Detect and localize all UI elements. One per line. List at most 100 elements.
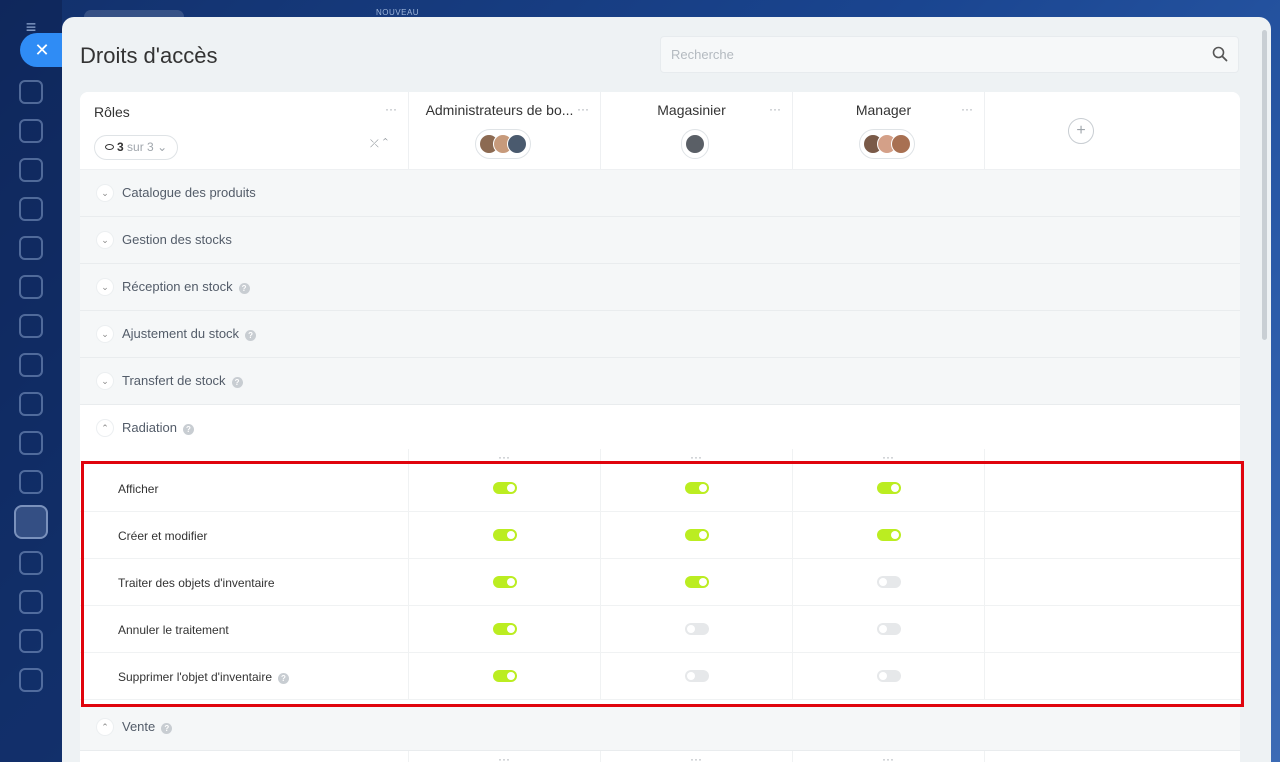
chevron-down-icon[interactable]: ⌄ [96, 231, 114, 249]
search-box [660, 36, 1239, 73]
visible-roles-count: 3 [117, 140, 124, 154]
permission-toggle[interactable] [493, 670, 517, 682]
role-more-icon[interactable]: ··· [769, 103, 781, 115]
calendar-icon[interactable] [19, 197, 43, 221]
permission-cell [793, 559, 985, 606]
drive-icon[interactable] [19, 275, 43, 299]
column-more-icon[interactable]: ··· [690, 753, 702, 762]
chevron-down-icon[interactable]: ⌄ [96, 325, 114, 343]
eye-icon [105, 144, 114, 150]
sidebar-app-icon-1[interactable] [19, 80, 43, 104]
sites-icon[interactable] [19, 431, 43, 455]
chevron-up-icon[interactable]: ⌃ [96, 419, 114, 437]
section-sales[interactable]: ⌃ Vente? [80, 704, 1240, 751]
section-label: Catalogue des produits [122, 185, 256, 200]
permission-toggle[interactable] [493, 623, 517, 635]
collapse-expand-all-icon[interactable]: ⤫⌃ [370, 138, 392, 151]
avatar [685, 134, 705, 154]
section-write-off[interactable]: ⌃ Radiation? [80, 405, 1240, 452]
section-label-text: Réception en stock [122, 279, 233, 294]
search-icon[interactable] [1212, 46, 1228, 62]
permission-toggle[interactable] [685, 576, 709, 588]
access-rights-panel: Droits d'accès Rôles ··· 3 sur 3 ⌄ ⤫⌃ Ad… [62, 17, 1271, 762]
role-column-header[interactable]: Administrateurs de bo... ··· [409, 92, 601, 170]
crm-icon[interactable] [19, 392, 43, 416]
section-stock-transfer[interactable]: ⌄ Transfert de stock? [80, 358, 1240, 405]
contacts-icon[interactable] [19, 353, 43, 377]
catalog-icon[interactable] [19, 551, 43, 575]
permission-toggle[interactable] [877, 670, 901, 682]
role-column-header[interactable]: Magasinier ··· [601, 92, 793, 170]
role-more-icon[interactable]: ··· [961, 103, 973, 115]
section-label: Transfert de stock? [122, 373, 243, 388]
vertical-scrollbar[interactable] [1262, 30, 1267, 340]
role-members-avatars[interactable] [681, 129, 709, 159]
permission-toggle[interactable] [877, 576, 901, 588]
app-sidebar: ≡ [0, 0, 62, 762]
section-label: Gestion des stocks [122, 232, 232, 247]
permission-toggle[interactable] [685, 529, 709, 541]
permission-toggle[interactable] [877, 482, 901, 494]
close-slider-button[interactable]: ✕ [20, 33, 62, 67]
role-more-icon[interactable]: ··· [577, 103, 589, 115]
permission-toggle[interactable] [493, 576, 517, 588]
permission-toggle[interactable] [493, 529, 517, 541]
permission-label-cell: Afficher [80, 465, 409, 512]
crm-forms-icon[interactable] [19, 629, 43, 653]
section-product-catalog[interactable]: ⌄ Catalogue des produits [80, 170, 1240, 217]
document-icon[interactable] [19, 236, 43, 260]
permission-toggle[interactable] [877, 623, 901, 635]
permission-cell [793, 653, 985, 700]
permission-cell [409, 559, 601, 606]
help-icon[interactable]: ? [245, 330, 257, 341]
chat-icon[interactable] [19, 119, 43, 143]
subhead-cell: ··· [793, 449, 985, 465]
page-title: Droits d'accès [80, 43, 218, 68]
total-roles-count: sur 3 [127, 140, 154, 154]
cart-icon[interactable] [19, 590, 43, 614]
chevron-down-icon[interactable]: ⌄ [96, 278, 114, 296]
permission-cell [793, 512, 985, 559]
permission-cell [409, 653, 601, 700]
column-more-icon[interactable]: ··· [498, 753, 510, 762]
role-column-header[interactable]: Manager ··· [793, 92, 985, 170]
roles-more-icon[interactable]: ··· [385, 103, 397, 115]
help-icon[interactable]: ? [231, 377, 243, 388]
column-more-icon[interactable]: ··· [882, 451, 894, 463]
section-stock-adjustment[interactable]: ⌄ Ajustement du stock? [80, 311, 1240, 358]
search-input[interactable] [661, 37, 1238, 72]
section-label-text: Vente [122, 719, 156, 734]
chevron-down-icon[interactable]: ⌄ [96, 372, 114, 390]
chevron-down-icon: ⌄ [157, 140, 168, 154]
feed-icon[interactable] [19, 158, 43, 182]
permission-toggle[interactable] [685, 623, 709, 635]
role-members-avatars[interactable] [859, 129, 915, 159]
role-members-avatars[interactable] [475, 129, 531, 159]
column-more-icon[interactable]: ··· [690, 451, 702, 463]
help-icon[interactable]: ? [182, 424, 194, 435]
permission-toggle[interactable] [877, 529, 901, 541]
permission-cell [409, 606, 601, 653]
add-role-button[interactable]: + [1068, 118, 1094, 144]
inventory-icon[interactable] [14, 505, 48, 539]
permission-cell [601, 559, 793, 606]
column-more-icon[interactable]: ··· [498, 451, 510, 463]
subhead-cell [80, 751, 409, 762]
column-more-icon[interactable]: ··· [882, 753, 894, 762]
automation-icon[interactable] [19, 668, 43, 692]
help-icon[interactable]: ? [278, 673, 289, 684]
permission-toggle[interactable] [493, 482, 517, 494]
permission-toggle[interactable] [685, 482, 709, 494]
chevron-up-icon[interactable]: ⌃ [96, 718, 114, 736]
chevron-down-icon[interactable]: ⌄ [96, 184, 114, 202]
permission-cell [601, 653, 793, 700]
roles-filter-button[interactable]: 3 sur 3 ⌄ [94, 135, 179, 160]
section-stock-management[interactable]: ⌄ Gestion des stocks [80, 217, 1240, 264]
permission-toggle[interactable] [685, 670, 709, 682]
help-icon[interactable]: ? [238, 283, 250, 294]
section-stock-reception[interactable]: ⌄ Réception en stock? [80, 264, 1240, 311]
mail-icon[interactable] [19, 314, 43, 338]
subhead-cell: ··· [601, 449, 793, 465]
tasks-icon[interactable] [19, 470, 43, 494]
help-icon[interactable]: ? [161, 723, 173, 734]
